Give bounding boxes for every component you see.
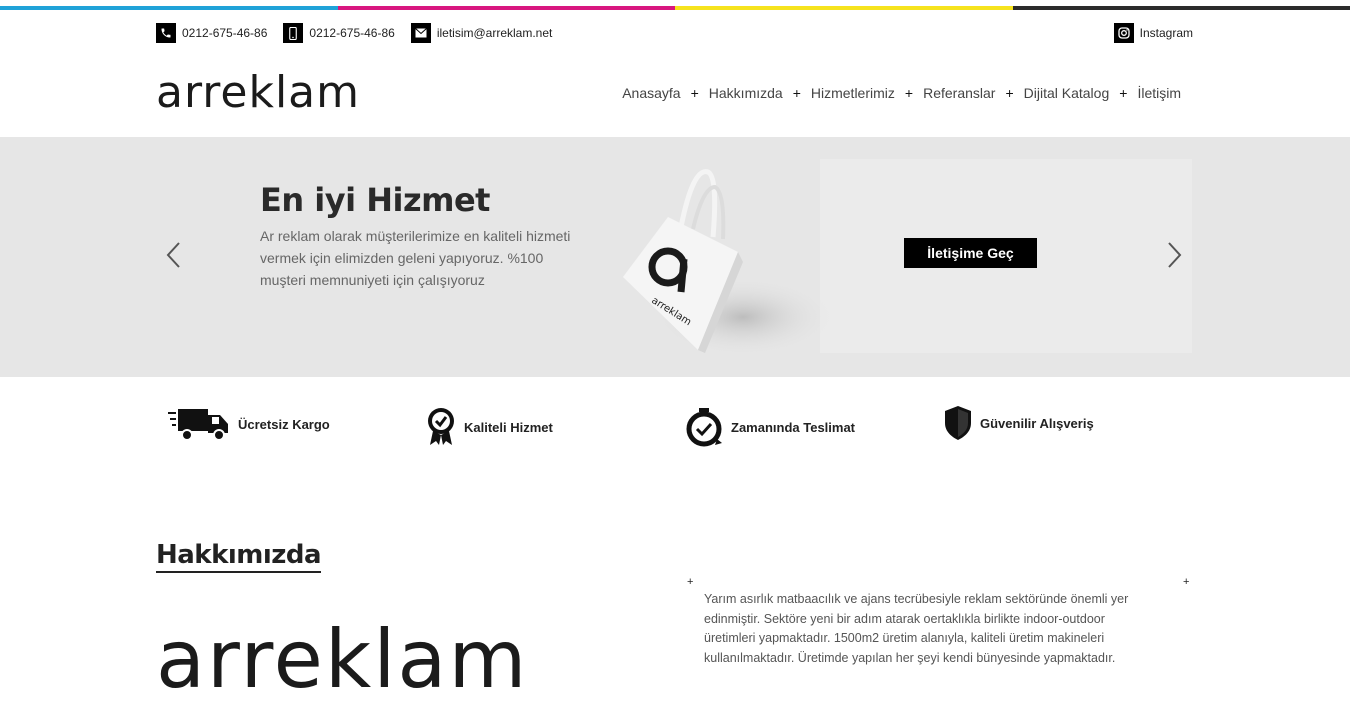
hero-title: En iyi Hizmet	[260, 181, 490, 219]
nav-item-referanslar[interactable]: Referanslar	[923, 85, 995, 101]
contact-cta-button[interactable]: İletişime Geç	[904, 238, 1037, 268]
email-link[interactable]: iletisim@arreklam.net	[411, 23, 553, 43]
feature-label: Zamanında Teslimat	[731, 420, 855, 435]
yellow-stripe	[675, 6, 1013, 10]
black-stripe	[1013, 6, 1350, 10]
feature-free-shipping: Ücretsiz Kargo	[168, 405, 330, 443]
phone-icon	[156, 23, 176, 43]
slider-prev-arrow-icon[interactable]	[164, 237, 184, 277]
nav-separator-icon: +	[793, 85, 801, 101]
quality-badge-icon	[426, 407, 456, 447]
site-header: arreklam Anasayfa + Hakkımızda + Hizmetl…	[156, 68, 1193, 118]
plus-decor-icon: +	[1183, 576, 1189, 588]
plus-decor-icon: +	[687, 576, 693, 588]
email-address: iletisim@arreklam.net	[437, 26, 553, 40]
nav-item-dijital-katalog[interactable]: Dijital Katalog	[1024, 85, 1110, 101]
instagram-link[interactable]: Instagram	[1114, 23, 1193, 43]
mobile-phone-link[interactable]: 0212-675-46-86	[283, 23, 394, 43]
nav-item-iletisim[interactable]: İletişim	[1137, 85, 1181, 101]
hero-slider: En iyi Hizmet Ar reklam olarak müşterile…	[0, 137, 1350, 377]
truck-icon	[168, 405, 230, 443]
cyan-stripe	[0, 6, 338, 10]
feature-on-time-delivery: Zamanında Teslimat	[685, 407, 855, 447]
phone-number: 0212-675-46-86	[182, 26, 267, 40]
mobile-phone-icon	[283, 23, 303, 43]
nav-separator-icon: +	[905, 85, 913, 101]
about-text: Yarım asırlık matbaacılık ve ajans tecrü…	[704, 590, 1154, 668]
feature-label: Kaliteli Hizmet	[464, 420, 553, 435]
feature-label: Ücretsiz Kargo	[238, 417, 330, 432]
instagram-icon	[1114, 23, 1134, 43]
nav-separator-icon: +	[691, 85, 699, 101]
main-nav: Anasayfa + Hakkımızda + Hizmetlerimiz + …	[622, 85, 1181, 101]
mail-icon	[411, 23, 431, 43]
feature-quality-service: Kaliteli Hizmet	[426, 407, 553, 447]
shield-icon	[944, 405, 972, 441]
site-logo[interactable]: arreklam	[156, 71, 360, 115]
about-section-title: Hakkımızda	[156, 540, 321, 573]
nav-item-hakkimizda[interactable]: Hakkımızda	[709, 85, 783, 101]
nav-separator-icon: +	[1005, 85, 1013, 101]
feature-label: Güvenilir Alışveriş	[980, 416, 1094, 431]
phone-link[interactable]: 0212-675-46-86	[156, 23, 267, 43]
stopwatch-icon	[685, 407, 723, 447]
about-logo: arreklam	[156, 620, 528, 700]
feature-secure-shopping: Güvenilir Alışveriş	[944, 405, 1094, 441]
hero-description: Ar reklam olarak müşterilerimize en kali…	[260, 225, 580, 291]
top-contact-bar: 0212-675-46-86 0212-675-46-86 iletisim@a…	[156, 22, 1193, 44]
instagram-label: Instagram	[1140, 26, 1193, 40]
tote-bag-image: arreklam	[593, 167, 833, 357]
slider-next-arrow-icon[interactable]	[1164, 237, 1184, 277]
nav-item-anasayfa[interactable]: Anasayfa	[622, 85, 680, 101]
nav-separator-icon: +	[1119, 85, 1127, 101]
cmyk-color-bar	[0, 6, 1350, 10]
mobile-phone-number: 0212-675-46-86	[309, 26, 394, 40]
magenta-stripe	[338, 6, 676, 10]
nav-item-hizmetlerimiz[interactable]: Hizmetlerimiz	[811, 85, 895, 101]
features-row: Ücretsiz Kargo Kaliteli Hizmet Zamanında…	[168, 405, 1128, 449]
